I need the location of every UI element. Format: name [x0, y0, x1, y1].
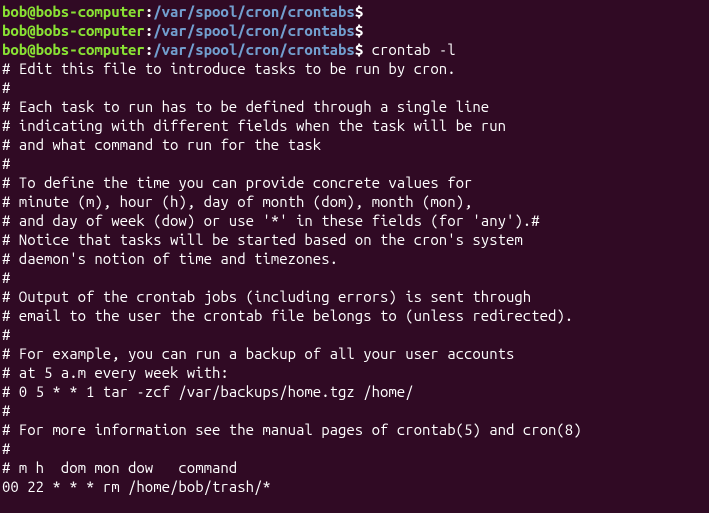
output-line: # [2, 154, 707, 173]
prompt-path: /var/spool/cron/crontabs [153, 41, 355, 58]
output-line: # Each task to run has to be defined thr… [2, 97, 707, 116]
output-line: # at 5 a.m every week with: [2, 363, 707, 382]
prompt-line-3: bob@bobs-computer:/var/spool/cron/cronta… [2, 40, 707, 59]
output-line: # [2, 325, 707, 344]
output-line: # For example, you can run a backup of a… [2, 344, 707, 363]
output-line: 00 22 * * * rm /home/bob/trash/* [2, 477, 707, 496]
output-line: # m h dom mon dow command [2, 458, 707, 477]
output-line: # [2, 401, 707, 420]
terminal-output[interactable]: bob@bobs-computer:/var/spool/cron/cronta… [2, 2, 707, 496]
prompt-line-1: bob@bobs-computer:/var/spool/cron/cronta… [2, 2, 707, 21]
output-line: # Edit this file to introduce tasks to b… [2, 59, 707, 78]
prompt-dollar: $ [355, 3, 363, 20]
prompt-user: bob@bobs-computer [2, 41, 145, 58]
output-line: # To define the time you can provide con… [2, 173, 707, 192]
prompt-user: bob@bobs-computer [2, 3, 145, 20]
prompt-line-2: bob@bobs-computer:/var/spool/cron/cronta… [2, 21, 707, 40]
output-line: # indicating with different fields when … [2, 116, 707, 135]
output-line: # For more information see the manual pa… [2, 420, 707, 439]
output-line: # [2, 78, 707, 97]
command-text: crontab -l [363, 41, 455, 58]
prompt-path: /var/spool/cron/crontabs [153, 3, 355, 20]
output-line: # and what command to run for the task [2, 135, 707, 154]
output-line: # [2, 268, 707, 287]
prompt-dollar: $ [355, 41, 363, 58]
prompt-path: /var/spool/cron/crontabs [153, 22, 355, 39]
prompt-dollar: $ [355, 22, 363, 39]
output-line: # email to the user the crontab file bel… [2, 306, 707, 325]
output-line: # 0 5 * * 1 tar -zcf /var/backups/home.t… [2, 382, 707, 401]
output-line: # daemon's notion of time and timezones. [2, 249, 707, 268]
output-line: # [2, 439, 707, 458]
prompt-colon: : [145, 41, 153, 58]
prompt-colon: : [145, 3, 153, 20]
output-line: # and day of week (dow) or use '*' in th… [2, 211, 707, 230]
prompt-colon: : [145, 22, 153, 39]
prompt-user: bob@bobs-computer [2, 22, 145, 39]
output-line: # Output of the crontab jobs (including … [2, 287, 707, 306]
output-line: # minute (m), hour (h), day of month (do… [2, 192, 707, 211]
output-line: # Notice that tasks will be started base… [2, 230, 707, 249]
